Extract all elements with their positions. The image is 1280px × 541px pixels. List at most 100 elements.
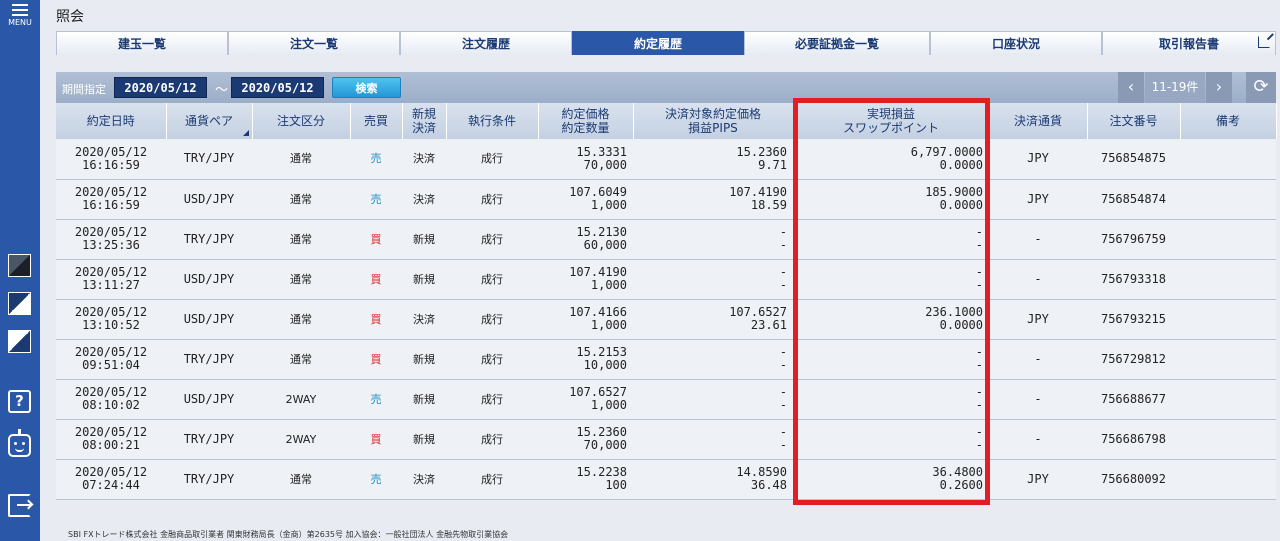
cell-remarks (1180, 219, 1276, 260)
cell-currency-pair: TRY/JPY (166, 139, 252, 180)
cell-currency-pair: USD/JPY (166, 259, 252, 300)
table-row: 2020/05/12 16:16:59 USD/JPY 通常売決済 成行 107.6049… (56, 179, 1276, 220)
cell-pl: 236.1000 0.0000 (793, 299, 989, 340)
cell-exec-price: 107.4166 1,000 (538, 299, 633, 340)
cell-exec-datetime: 2020/05/12 09:51:04 (56, 339, 166, 380)
cell-pl: -- (793, 419, 989, 460)
cell-side: 買 (350, 339, 402, 380)
tab-order-history[interactable]: 注文履歴 (400, 31, 572, 55)
cell-exec-price: 15.2153 10,000 (538, 339, 633, 380)
cell-settle-price: -- (633, 259, 793, 300)
theme-blue-icon[interactable] (8, 330, 31, 353)
cell-new-close: 決済 (402, 459, 446, 500)
tab-required-margin[interactable]: 必要証拠金一覧 (744, 31, 930, 55)
cell-order-type: 通常 (252, 219, 350, 260)
cell-order-no: 756729812 (1087, 339, 1180, 380)
cell-remarks (1180, 419, 1276, 460)
header-exec-datetime: 約定日時 (56, 103, 167, 139)
cell-currency-pair: TRY/JPY (166, 419, 252, 460)
cell-order-type: 通常 (252, 299, 350, 340)
cell-remarks (1180, 179, 1276, 220)
menu-label: MENU (8, 18, 32, 27)
tab-orders[interactable]: 注文一覧 (228, 31, 400, 55)
tab-positions[interactable]: 建玉一覧 (56, 31, 228, 55)
tab-trade-report[interactable]: 取引報告書 (1102, 31, 1276, 55)
logout-icon[interactable] (8, 494, 34, 517)
cell-order-type: 2WAY (252, 419, 350, 460)
prev-page-icon[interactable]: ‹ (1118, 72, 1144, 103)
cell-order-no: 756686798 (1087, 419, 1180, 460)
cell-exec-condition: 成行 (446, 179, 538, 220)
cell-settle-currency: JPY (989, 459, 1087, 500)
cell-order-type: 通常 (252, 339, 350, 380)
cell-order-type: 通常 (252, 139, 350, 180)
hamburger-icon (12, 4, 28, 16)
period-label: 期間指定 (62, 83, 106, 96)
cell-exec-datetime: 2020/05/12 16:16:59 (56, 139, 166, 180)
cell-settle-currency: JPY (989, 299, 1087, 340)
tab-execution-history[interactable]: 約定履歴 (572, 31, 744, 55)
cell-settle-price: -- (633, 339, 793, 380)
table-row: 2020/05/12 13:10:52 USD/JPY 通常買決済 成行 107.4166… (56, 299, 1276, 340)
date-range-separator: ～ (215, 83, 229, 98)
table-row: 2020/05/12 08:10:02 USD/JPY 2WAY 売新規 成行 107.65… (56, 379, 1276, 420)
table-row: 2020/05/12 13:11:27 USD/JPY 通常買新規 成行 107.4190… (56, 259, 1276, 300)
cell-order-no: 756793318 (1087, 259, 1180, 300)
cell-exec-condition: 成行 (446, 139, 538, 180)
date-to-input[interactable]: 2020/05/12 (231, 77, 324, 98)
cell-currency-pair: USD/JPY (166, 379, 252, 420)
cell-exec-price: 107.4190 1,000 (538, 259, 633, 300)
cell-new-close: 決済 (402, 139, 446, 180)
cell-side: 売 (350, 139, 402, 180)
cell-side: 売 (350, 379, 402, 420)
help-icon[interactable]: ? (8, 390, 31, 413)
header-side: 売買 (350, 103, 403, 139)
header-settle-price: 決済対象約定価格 損益PIPS (633, 103, 794, 139)
header-currency-pair[interactable]: 通貨ペア (166, 103, 253, 139)
cell-order-type: 通常 (252, 259, 350, 300)
date-from-input[interactable]: 2020/05/12 (114, 77, 207, 98)
cell-settle-price: 107.6527 23.61 (633, 299, 793, 340)
cell-pl: -- (793, 379, 989, 420)
cell-exec-datetime: 2020/05/12 13:11:27 (56, 259, 166, 300)
cell-remarks (1180, 459, 1276, 500)
refresh-icon[interactable]: ⟳ (1246, 72, 1276, 103)
search-button[interactable]: 検索 (332, 77, 401, 98)
cell-new-close: 新規 (402, 379, 446, 420)
cell-exec-datetime: 2020/05/12 13:25:36 (56, 219, 166, 260)
cell-currency-pair: USD/JPY (166, 179, 252, 220)
next-page-icon[interactable]: › (1206, 72, 1232, 103)
tab-bar: 建玉一覧 注文一覧 注文履歴 約定履歴 必要証拠金一覧 口座状況 取引報告書 (56, 31, 1276, 55)
menu-button[interactable]: MENU (4, 0, 36, 28)
header-settle-currency: 決済通貨 (989, 103, 1088, 139)
cell-settle-price: -- (633, 219, 793, 260)
robot-icon[interactable] (8, 429, 31, 457)
cell-exec-datetime: 2020/05/12 13:10:52 (56, 299, 166, 340)
cell-exec-datetime: 2020/05/12 08:00:21 (56, 419, 166, 460)
cell-currency-pair: TRY/JPY (166, 459, 252, 500)
cell-remarks (1180, 299, 1276, 340)
cell-settle-currency: - (989, 419, 1087, 460)
tab-account-status[interactable]: 口座状況 (930, 31, 1102, 55)
cell-side: 買 (350, 419, 402, 460)
cell-exec-price: 107.6049 1,000 (538, 179, 633, 220)
theme-light-icon[interactable] (8, 292, 31, 315)
header-exec-price: 約定価格 約定数量 (538, 103, 634, 139)
cell-currency-pair: USD/JPY (166, 299, 252, 340)
cell-side: 買 (350, 259, 402, 300)
cell-pl: -- (793, 339, 989, 380)
cell-remarks (1180, 379, 1276, 420)
cell-currency-pair: TRY/JPY (166, 339, 252, 380)
cell-currency-pair: TRY/JPY (166, 219, 252, 260)
cell-exec-price: 15.2360 70,000 (538, 419, 633, 460)
cell-remarks (1180, 259, 1276, 300)
cell-exec-price: 15.2130 60,000 (538, 219, 633, 260)
tab-trade-report-label: 取引報告書 (1158, 37, 1219, 51)
cell-settle-price: 107.4190 18.59 (633, 179, 793, 220)
cell-settle-currency: - (989, 339, 1087, 380)
cell-pl: 36.4800 0.2600 (793, 459, 989, 500)
cell-order-no: 756854875 (1087, 139, 1180, 180)
external-link-icon (1258, 36, 1270, 48)
theme-dark-icon[interactable] (8, 254, 31, 277)
cell-exec-datetime: 2020/05/12 07:24:44 (56, 459, 166, 500)
